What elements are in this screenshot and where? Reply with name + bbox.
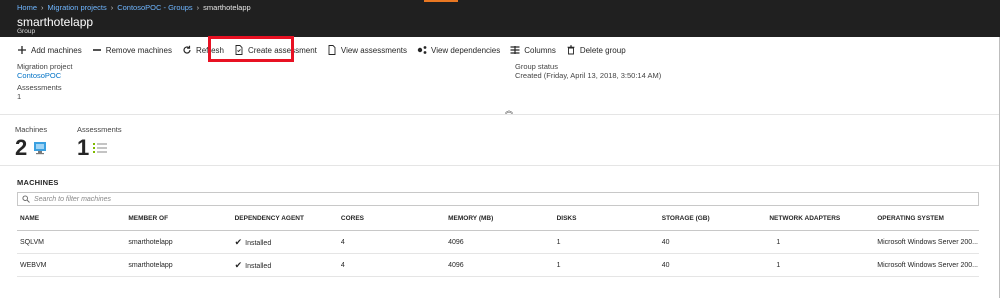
minus-icon xyxy=(92,49,101,51)
remove-machines-label: Remove machines xyxy=(105,45,172,55)
cell-member-of: smarthotelapp xyxy=(125,253,232,277)
assessments-tile-count[interactable]: 1 xyxy=(77,135,89,161)
trash-icon xyxy=(567,45,575,55)
assessments-tile-label: Assessments xyxy=(77,125,122,134)
column-header-disks[interactable]: DISKS xyxy=(553,206,659,231)
columns-button[interactable]: Columns xyxy=(510,45,556,55)
essentials-panel: Migration project ContosoPOC Assessments… xyxy=(0,62,1000,114)
cell-dependency-agent: ✔ Installed xyxy=(231,253,338,277)
essentials-divider xyxy=(0,114,1000,115)
breadcrumb: Home › Migration projects › ContosoPOC -… xyxy=(17,3,251,12)
cell-disks: 1 xyxy=(553,230,659,254)
agent-status: Installed xyxy=(245,262,272,270)
add-machines-button[interactable]: Add machines xyxy=(17,45,82,55)
notification-strip xyxy=(424,0,458,2)
checkmark-icon: ✔ xyxy=(234,259,243,270)
cell-name: SQLVM xyxy=(17,230,126,254)
migration-project-label: Migration project xyxy=(17,62,73,71)
column-header-storage[interactable]: STORAGE (GB) xyxy=(658,206,767,231)
search-icon xyxy=(22,195,30,203)
table-row[interactable]: SQLVM smarthotelapp ✔ Installed 4 4096 1 … xyxy=(17,230,979,254)
create-assessment-highlight xyxy=(208,36,294,62)
page-title: smarthotelapp xyxy=(17,15,94,29)
computer-icon xyxy=(34,142,46,155)
column-header-network-adapters[interactable]: NETWORK ADAPTERS xyxy=(766,206,875,231)
breadcrumb-home[interactable]: Home xyxy=(17,3,37,12)
machines-tile-label: Machines xyxy=(15,125,48,134)
agent-status: Installed xyxy=(245,239,272,247)
machines-section-title: MACHINES xyxy=(17,178,59,187)
remove-machines-button[interactable]: Remove machines xyxy=(92,45,172,55)
breadcrumb-current: smarthotelapp xyxy=(203,3,251,12)
machines-tile-count[interactable]: 2 xyxy=(15,135,27,161)
assessments-label: Assessments xyxy=(17,83,62,92)
breadcrumb-contosopoc-groups[interactable]: ContosoPOC - Groups xyxy=(117,3,192,12)
column-header-name[interactable]: NAME xyxy=(17,206,126,231)
machines-table: NAME MEMBER OF DEPENDENCY AGENT CORES ME… xyxy=(17,206,979,277)
tiles-divider xyxy=(0,165,1000,166)
cell-storage: 40 xyxy=(658,230,767,254)
document-icon xyxy=(328,45,336,55)
columns-label: Columns xyxy=(524,45,556,55)
cell-network-adapters: 1 xyxy=(766,230,875,254)
breadcrumb-separator-icon: › xyxy=(196,3,200,12)
cell-memory: 4096 xyxy=(445,253,554,277)
view-assessments-button[interactable]: View assessments xyxy=(327,45,407,55)
checkmark-icon: ✔ xyxy=(234,236,243,247)
column-header-member-of[interactable]: MEMBER OF xyxy=(125,206,232,231)
cell-dependency-agent: ✔ Installed xyxy=(231,230,338,254)
column-header-operating-system[interactable]: OPERATING SYSTEM xyxy=(874,206,979,231)
table-row[interactable]: WEBVM smarthotelapp ✔ Installed 4 4096 1 … xyxy=(17,253,979,277)
table-header-row: NAME MEMBER OF DEPENDENCY AGENT CORES ME… xyxy=(17,206,979,231)
command-bar: Add machines Remove machines Refresh Cre… xyxy=(0,41,1000,59)
delete-group-button[interactable]: Delete group xyxy=(566,45,626,55)
refresh-icon xyxy=(183,45,191,54)
dependencies-icon xyxy=(417,46,427,54)
cell-storage: 40 xyxy=(658,253,767,277)
cell-network-adapters: 1 xyxy=(766,253,875,277)
cell-operating-system: Microsoft Windows Server 200... xyxy=(874,253,979,277)
top-header: Home › Migration projects › ContosoPOC -… xyxy=(0,0,1000,37)
page-subtitle: Group xyxy=(17,28,36,35)
column-header-dependency-agent[interactable]: DEPENDENCY AGENT xyxy=(231,206,338,231)
migration-project-link[interactable]: ContosoPOC xyxy=(17,71,61,80)
group-status-label: Group status xyxy=(515,62,558,71)
plus-icon xyxy=(18,46,26,54)
add-machines-label: Add machines xyxy=(31,45,82,55)
view-dependencies-button[interactable]: View dependencies xyxy=(417,45,500,55)
breadcrumb-separator-icon: › xyxy=(110,3,114,12)
cell-cores: 4 xyxy=(337,230,446,254)
cell-memory: 4096 xyxy=(445,230,554,254)
list-icon xyxy=(93,143,107,153)
cell-cores: 4 xyxy=(337,253,446,277)
columns-icon xyxy=(510,46,520,54)
view-dependencies-label: View dependencies xyxy=(431,45,501,55)
column-header-cores[interactable]: CORES xyxy=(337,206,446,231)
column-header-memory[interactable]: MEMORY (MB) xyxy=(445,206,554,231)
breadcrumb-separator-icon: › xyxy=(41,3,44,12)
assessments-value: 1 xyxy=(17,92,22,101)
cell-disks: 1 xyxy=(553,253,659,277)
view-assessments-label: View assessments xyxy=(340,45,407,55)
filter-placeholder: Search to filter machines xyxy=(34,195,112,203)
cell-name: WEBVM xyxy=(17,253,126,277)
breadcrumb-migration-projects[interactable]: Migration projects xyxy=(48,3,107,12)
cell-member-of: smarthotelapp xyxy=(125,230,232,254)
cell-operating-system: Microsoft Windows Server 200... xyxy=(874,230,979,254)
group-status-value: Created (Friday, April 13, 2018, 3:50:14… xyxy=(515,71,662,80)
delete-group-label: Delete group xyxy=(579,45,626,55)
filter-machines-input[interactable]: Search to filter machines xyxy=(17,192,979,206)
